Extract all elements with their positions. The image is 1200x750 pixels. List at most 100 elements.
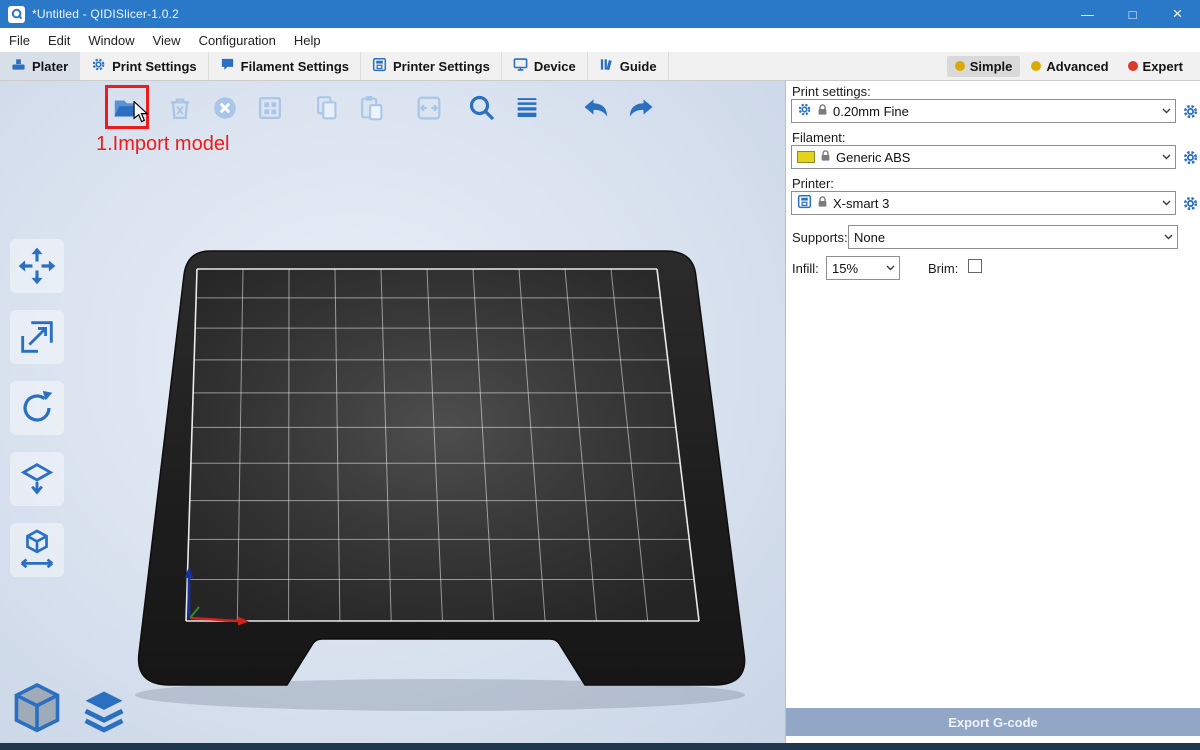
filament-gear-button[interactable]: [1180, 147, 1200, 167]
search-button[interactable]: [463, 89, 501, 127]
lock-icon: [817, 104, 828, 119]
filament-label: Filament:: [792, 130, 845, 145]
menu-help[interactable]: Help: [285, 28, 330, 52]
printer-gear-button[interactable]: [1180, 193, 1200, 213]
window-controls: — □ ×: [1065, 0, 1200, 28]
filament-color-swatch: [797, 151, 815, 163]
menubar: File Edit Window View Configuration Help: [0, 28, 1200, 53]
redo-button[interactable]: [622, 89, 660, 127]
tab-printer-settings[interactable]: Printer Settings: [361, 52, 502, 80]
undo-button[interactable]: [577, 89, 615, 127]
printer-icon: [797, 194, 812, 212]
split-button[interactable]: [410, 89, 448, 127]
menu-view[interactable]: View: [144, 28, 190, 52]
tab-filament-settings[interactable]: Filament Settings: [209, 52, 361, 80]
printer-select[interactable]: X-smart 3: [791, 191, 1176, 215]
infill-value: 15%: [832, 261, 858, 276]
arrange-button[interactable]: [251, 89, 289, 127]
brim-label: Brim:: [928, 261, 958, 276]
tab-print-settings[interactable]: Print Settings: [80, 52, 209, 80]
export-gcode-button[interactable]: Export G-code: [786, 708, 1200, 736]
supports-select[interactable]: None: [848, 225, 1178, 249]
print-settings-value: 0.20mm Fine: [833, 104, 909, 119]
print-settings-select[interactable]: 0.20mm Fine: [791, 99, 1176, 123]
app-icon: [8, 6, 25, 23]
import-button[interactable]: [108, 89, 146, 127]
printer-icon: [372, 57, 387, 75]
tab-filament-settings-label: Filament Settings: [241, 59, 349, 74]
plater-icon: [11, 57, 26, 75]
lock-icon: [817, 196, 828, 211]
view-3d-button[interactable]: [8, 679, 66, 737]
filament-value: Generic ABS: [836, 150, 910, 165]
menu-edit[interactable]: Edit: [39, 28, 79, 52]
device-icon: [513, 57, 528, 75]
chevron-down-icon: [1158, 154, 1175, 160]
tab-printer-settings-label: Printer Settings: [393, 59, 490, 74]
variable-layer-height-button[interactable]: [508, 89, 546, 127]
mode-simple-label: Simple: [970, 59, 1013, 74]
mode-advanced-label: Advanced: [1046, 59, 1108, 74]
brim-checkbox[interactable]: [968, 259, 982, 273]
infill-label: Infill:: [792, 261, 819, 276]
printer-label: Printer:: [792, 176, 834, 191]
gizmo-toolbar: [10, 239, 64, 577]
rotate-button[interactable]: [10, 381, 64, 435]
tabbar: Plater Print Settings Filament Settings …: [0, 52, 1200, 81]
gear-icon: [797, 102, 812, 120]
simple-mode-icon: [955, 61, 965, 71]
supports-label: Supports:: [792, 230, 848, 245]
tab-plater-label: Plater: [32, 59, 68, 74]
guide-icon: [599, 57, 614, 75]
print-settings-gear-button[interactable]: [1180, 101, 1200, 121]
tab-device[interactable]: Device: [502, 52, 588, 80]
tab-guide[interactable]: Guide: [588, 52, 669, 80]
tab-print-settings-label: Print Settings: [112, 59, 197, 74]
lock-icon: [820, 150, 831, 165]
window-title: *Untitled - QIDISlicer-1.0.2: [32, 7, 179, 21]
gear-icon: [91, 57, 106, 75]
mode-advanced[interactable]: Advanced: [1023, 56, 1116, 77]
menu-file[interactable]: File: [0, 28, 39, 52]
printer-value: X-smart 3: [833, 196, 889, 211]
tab-plater[interactable]: Plater: [0, 52, 80, 80]
mode-simple[interactable]: Simple: [947, 56, 1021, 77]
measure-button[interactable]: [10, 523, 64, 577]
maximize-button[interactable]: □: [1110, 0, 1155, 28]
delete-button[interactable]: [161, 89, 199, 127]
delete-all-button[interactable]: [206, 89, 244, 127]
minimize-button[interactable]: —: [1065, 0, 1110, 28]
copy-button[interactable]: [308, 89, 346, 127]
viewport-toolbar: [108, 87, 660, 129]
mode-expert-label: Expert: [1143, 59, 1183, 74]
menu-window[interactable]: Window: [79, 28, 143, 52]
move-button[interactable]: [10, 239, 64, 293]
titlebar: *Untitled - QIDISlicer-1.0.2 — □ ×: [0, 0, 1200, 28]
advanced-mode-icon: [1031, 61, 1041, 71]
tab-device-label: Device: [534, 59, 576, 74]
chevron-down-icon: [882, 265, 899, 271]
view-switcher: [8, 679, 130, 737]
filament-select[interactable]: Generic ABS: [791, 145, 1176, 169]
close-button[interactable]: ×: [1155, 0, 1200, 28]
mode-expert[interactable]: Expert: [1120, 56, 1191, 77]
supports-value: None: [854, 230, 885, 245]
print-settings-label: Print settings:: [792, 84, 871, 99]
infill-select[interactable]: 15%: [826, 256, 900, 280]
viewport-3d[interactable]: 1.Import model: [0, 81, 785, 743]
import-annotation: 1.Import model: [96, 133, 229, 156]
print-bed[interactable]: [0, 81, 785, 743]
chevron-down-icon: [1158, 200, 1175, 206]
place-on-face-button[interactable]: [10, 452, 64, 506]
view-layers-button[interactable]: [78, 685, 130, 737]
viewport-bottom-bar: [0, 743, 1200, 750]
tab-guide-label: Guide: [620, 59, 657, 74]
scale-button[interactable]: [10, 310, 64, 364]
chevron-down-icon: [1158, 108, 1175, 114]
filament-icon: [220, 57, 235, 75]
menu-configuration[interactable]: Configuration: [190, 28, 285, 52]
settings-panel: Print settings: 0.20mm Fine Filament: Ge…: [785, 81, 1200, 743]
expert-mode-icon: [1128, 61, 1138, 71]
chevron-down-icon: [1160, 234, 1177, 240]
paste-button[interactable]: [353, 89, 391, 127]
